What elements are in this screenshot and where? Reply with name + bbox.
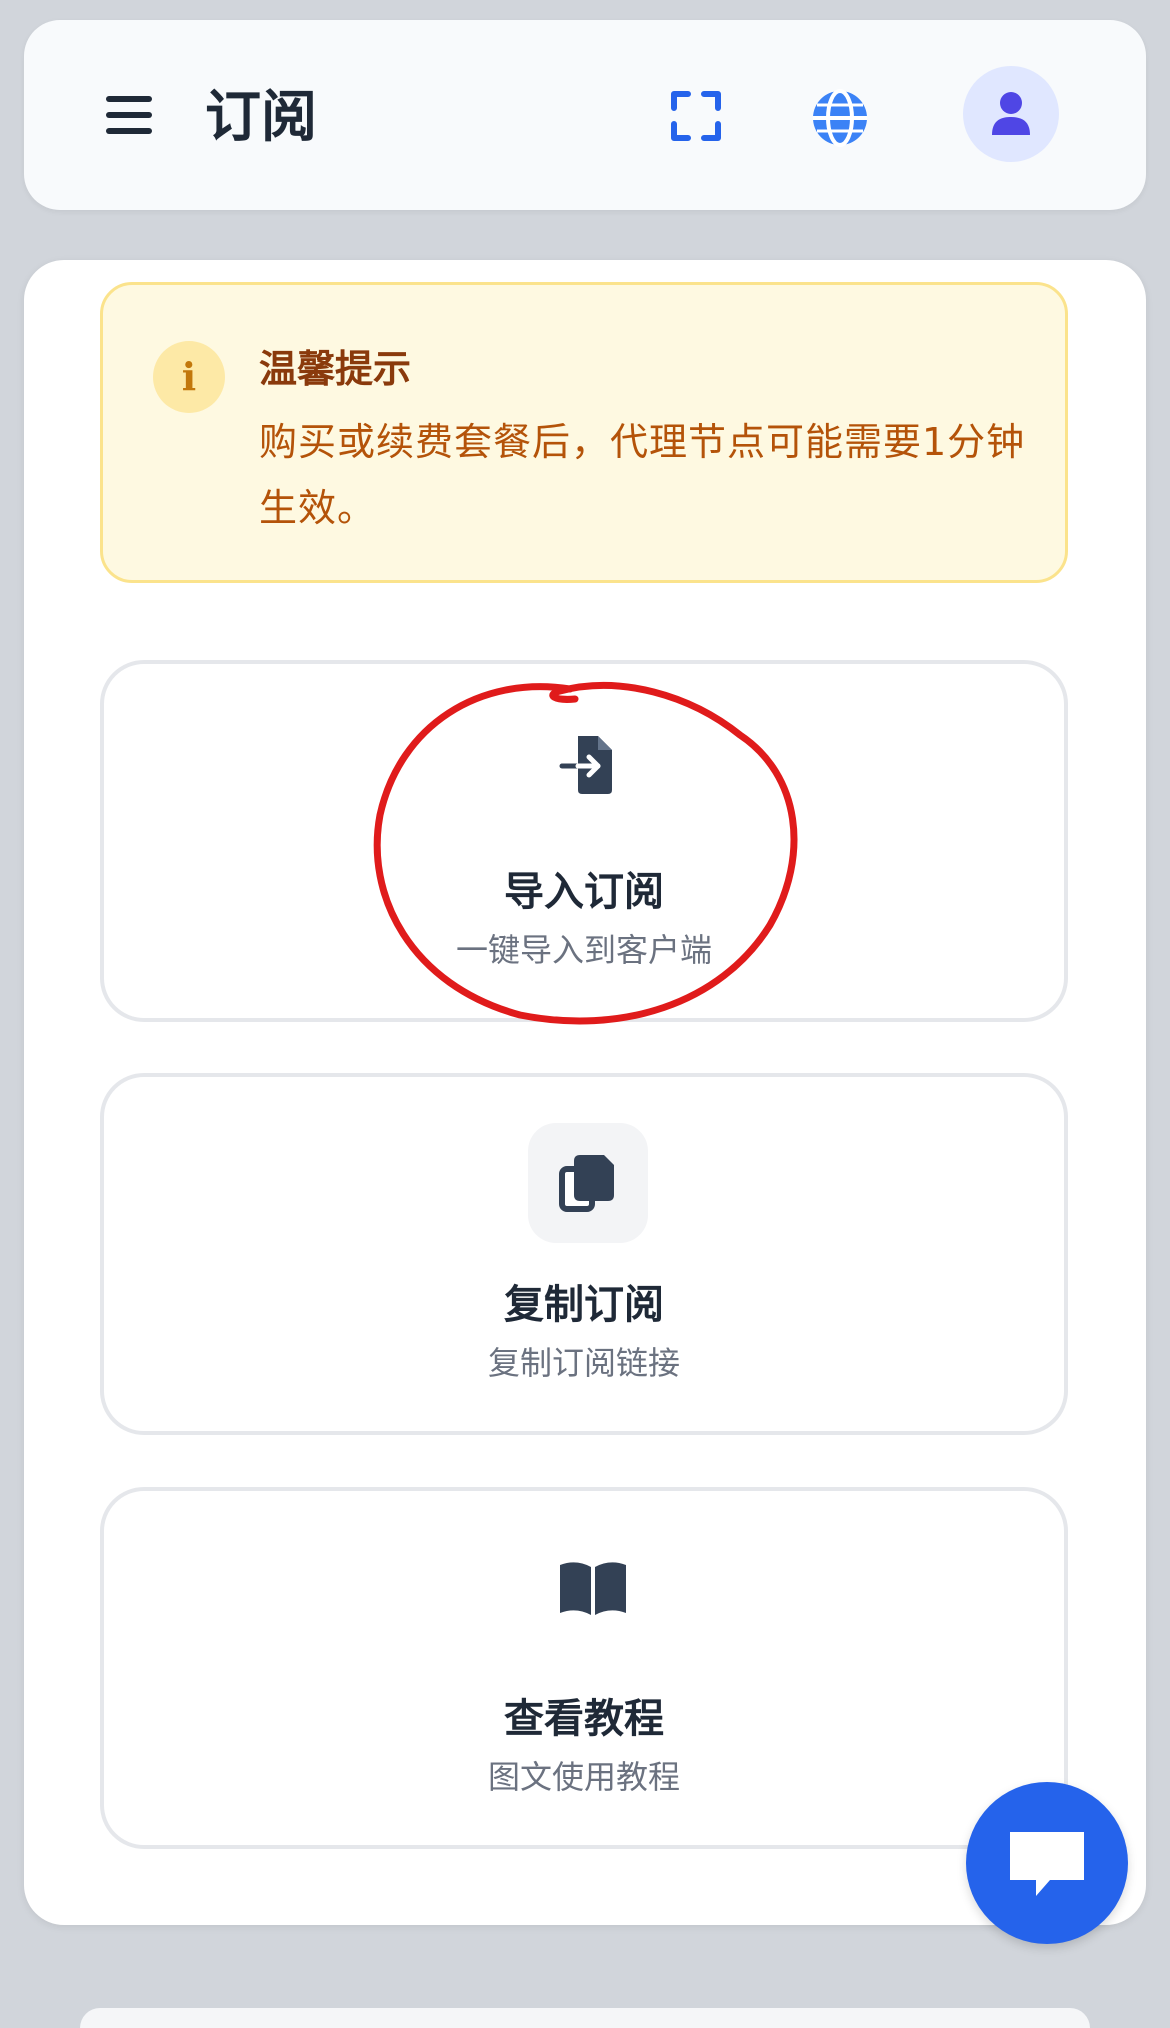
icon-container [528, 1529, 648, 1649]
menu-button[interactable] [106, 96, 156, 136]
fullscreen-icon [671, 91, 721, 141]
user-icon [992, 92, 1030, 135]
next-card-edge [80, 2008, 1090, 2028]
copy-icon [559, 1155, 614, 1212]
file-import-icon [559, 736, 612, 794]
action-subtitle: 图文使用教程 [487, 1758, 680, 1796]
action-subtitle: 复制订阅链接 [487, 1344, 680, 1382]
menu-icon-line [106, 128, 152, 134]
chat-icon [1010, 1832, 1084, 1896]
copy-subscription-button[interactable]: 复制订阅 复制订阅链接 [100, 1073, 1068, 1435]
action-title: 查看教程 [504, 1696, 664, 1742]
view-tutorial-button[interactable]: 查看教程 图文使用教程 [100, 1487, 1068, 1849]
notice-text: 购买或续费套餐后，代理节点可能需要1分钟生效。 [259, 420, 1026, 530]
import-subscription-button[interactable]: 导入订阅 一键导入到客户端 [100, 660, 1068, 1022]
book-icon [560, 1562, 626, 1615]
notice-title: 温馨提示 [259, 347, 412, 391]
icon-container [528, 702, 648, 822]
menu-icon-line [106, 112, 152, 118]
icon-container [528, 1123, 648, 1243]
language-button[interactable] [810, 88, 870, 148]
chat-button[interactable] [966, 1782, 1128, 1944]
notice-box: i 温馨提示 购买或续费套餐后，代理节点可能需要1分钟生效。 [100, 282, 1068, 583]
globe-icon [813, 89, 867, 147]
info-icon: i [153, 341, 225, 413]
fullscreen-button[interactable] [670, 90, 722, 142]
action-subtitle: 一键导入到客户端 [455, 931, 712, 969]
action-title: 导入订阅 [504, 869, 664, 915]
user-avatar-button[interactable] [963, 66, 1059, 162]
action-title: 复制订阅 [504, 1282, 664, 1328]
menu-icon-line [106, 96, 152, 102]
page-title: 订阅 [205, 85, 317, 150]
